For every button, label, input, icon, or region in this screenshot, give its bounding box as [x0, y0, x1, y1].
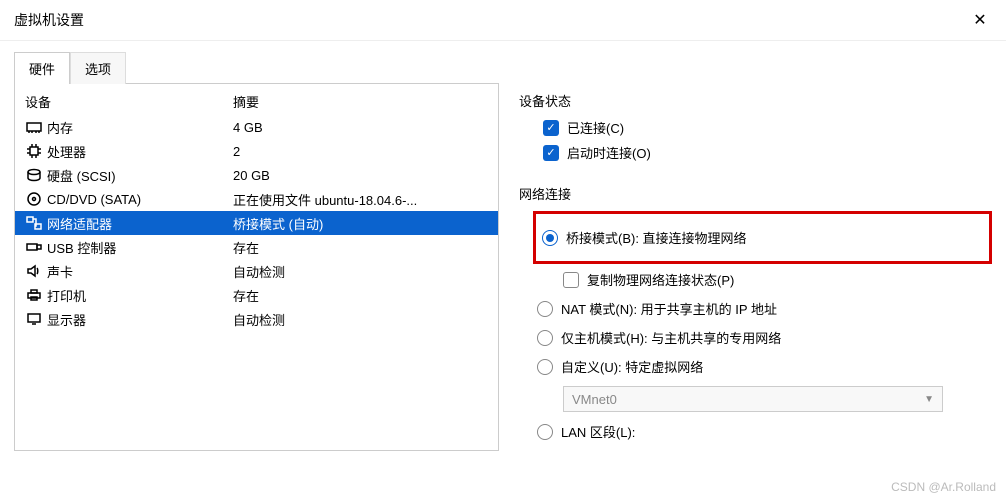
device-summary: 自动检测: [233, 262, 488, 281]
net-icon: [25, 215, 43, 231]
display-icon: [25, 311, 43, 327]
device-summary: 20 GB: [233, 168, 488, 183]
tab-hardware[interactable]: 硬件: [14, 52, 70, 84]
device-state-label: 设备状态: [519, 91, 992, 110]
radio-hostonly[interactable]: [537, 330, 553, 346]
vmnet-dropdown[interactable]: VMnet0 ▼: [563, 386, 943, 412]
device-name: 硬盘 (SCSI): [47, 166, 233, 185]
vmnet-value: VMnet0: [572, 392, 617, 407]
nat-label: NAT 模式(N): 用于共享主机的 IP 地址: [561, 299, 777, 318]
radio-custom[interactable]: [537, 359, 553, 375]
device-summary: 自动检测: [233, 310, 488, 329]
device-row-disc[interactable]: CD/DVD (SATA)正在使用文件 ubuntu-18.04.6-...: [15, 187, 498, 211]
device-row-net[interactable]: 网络适配器桥接模式 (自动): [15, 211, 498, 235]
device-summary: 存在: [233, 286, 488, 305]
device-row-disk[interactable]: 硬盘 (SCSI)20 GB: [15, 163, 498, 187]
radio-nat[interactable]: [537, 301, 553, 317]
device-row-usb[interactable]: USB 控制器存在: [15, 235, 498, 259]
tab-options[interactable]: 选项: [70, 52, 126, 84]
device-summary: 2: [233, 144, 488, 159]
network-connection-label: 网络连接: [519, 184, 992, 203]
device-list: 设备 摘要 内存4 GB处理器2硬盘 (SCSI)20 GBCD/DVD (SA…: [14, 83, 499, 451]
memory-icon: [25, 119, 43, 135]
custom-label: 自定义(U): 特定虚拟网络: [561, 357, 703, 376]
device-name: 内存: [47, 118, 233, 137]
bridge-label: 桥接模式(B): 直接连接物理网络: [566, 228, 747, 247]
device-name: 显示器: [47, 310, 233, 329]
usb-icon: [25, 239, 43, 255]
checkbox-connected[interactable]: ✓: [543, 120, 559, 136]
disc-icon: [25, 191, 43, 207]
connect-on-start-label: 启动时连接(O): [567, 143, 651, 162]
device-name: 打印机: [47, 286, 233, 305]
device-row-cpu[interactable]: 处理器2: [15, 139, 498, 163]
lanseg-label: LAN 区段(L):: [561, 422, 635, 441]
header-device: 设备: [25, 92, 233, 111]
device-name: CD/DVD (SATA): [47, 192, 233, 207]
sound-icon: [25, 263, 43, 279]
header-summary: 摘要: [233, 92, 259, 111]
device-summary: 4 GB: [233, 120, 488, 135]
radio-bridge[interactable]: [542, 230, 558, 246]
device-name: 处理器: [47, 142, 233, 161]
device-row-memory[interactable]: 内存4 GB: [15, 115, 498, 139]
device-row-printer[interactable]: 打印机存在: [15, 283, 498, 307]
connected-label: 已连接(C): [567, 118, 624, 137]
bridge-highlight: 桥接模式(B): 直接连接物理网络: [533, 211, 992, 264]
close-icon[interactable]: ✕: [968, 8, 992, 32]
device-name: USB 控制器: [47, 238, 233, 257]
replicate-label: 复制物理网络连接状态(P): [587, 270, 734, 289]
cpu-icon: [25, 143, 43, 159]
device-row-display[interactable]: 显示器自动检测: [15, 307, 498, 331]
tab-bar: 硬件 选项: [0, 41, 1006, 83]
radio-lanseg[interactable]: [537, 424, 553, 440]
device-row-sound[interactable]: 声卡自动检测: [15, 259, 498, 283]
checkbox-replicate[interactable]: [563, 272, 579, 288]
hostonly-label: 仅主机模式(H): 与主机共享的专用网络: [561, 328, 781, 347]
chevron-down-icon: ▼: [924, 394, 934, 405]
watermark: CSDN @Ar.Rolland: [891, 480, 996, 494]
device-name: 声卡: [47, 262, 233, 281]
device-summary: 正在使用文件 ubuntu-18.04.6-...: [233, 190, 488, 209]
window-title: 虚拟机设置: [14, 10, 84, 30]
device-summary: 存在: [233, 238, 488, 257]
device-summary: 桥接模式 (自动): [233, 214, 488, 233]
disk-icon: [25, 167, 43, 183]
checkbox-connect-on-start[interactable]: ✓: [543, 145, 559, 161]
device-name: 网络适配器: [47, 214, 233, 233]
printer-icon: [25, 287, 43, 303]
